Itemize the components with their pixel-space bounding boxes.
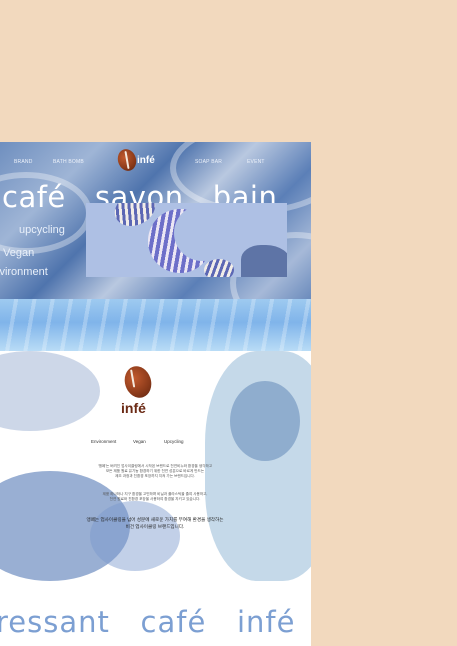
gradient-band (0, 299, 311, 351)
footer-slogan: ressant café infé (0, 605, 296, 639)
about-section: infé Environment Vegan Upcycling '앵페'는 버… (0, 351, 311, 646)
pill-upcycling: Upcycling (164, 439, 184, 444)
website-mockup: BRAND BATH BOMB SOAP BAR EVENT infé café… (0, 142, 311, 646)
marble-blob (90, 501, 180, 571)
about-logo-text: infé (121, 400, 146, 416)
nav-event[interactable]: EVENT (247, 159, 265, 165)
tag-upcycling: upcycling (19, 224, 65, 236)
marble-blob (230, 381, 300, 461)
marble-blob (0, 351, 100, 431)
about-paragraph-1: '앵페'는 버려진 업사이클링에서 시작된 브랜드로 천연비누와 환경을 생각하… (97, 464, 213, 478)
bath-bomb-icon (204, 259, 234, 277)
nav-bath-bomb[interactable]: BATH BOMB (53, 159, 84, 165)
pill-environment: Environment (91, 439, 117, 444)
nav-soap-bar[interactable]: SOAP BAR (195, 159, 222, 165)
hero-logo-text[interactable]: infé (137, 155, 155, 166)
tag-vegan: Vegan (3, 247, 35, 259)
pill-vegan: Vegan (133, 439, 146, 444)
coffee-bean-logo-icon (120, 362, 156, 402)
about-paragraph-strong: 앵페는 업사이클링을 넘어 성분에 새로운 가치를 부여해 환경을 생각하는 비… (86, 517, 224, 529)
product-image (86, 203, 287, 277)
tag-environment: Environment (0, 266, 48, 278)
about-paragraph-2: 제품 하나하나 지구 환경을 고민하며 비닐과 플라스틱을 줄여 사용하고, 천… (102, 492, 208, 501)
nav-brand[interactable]: BRAND (14, 159, 33, 165)
coffee-bean-logo-icon[interactable] (115, 146, 139, 174)
hero-section: BRAND BATH BOMB SOAP BAR EVENT infé café… (0, 142, 311, 299)
